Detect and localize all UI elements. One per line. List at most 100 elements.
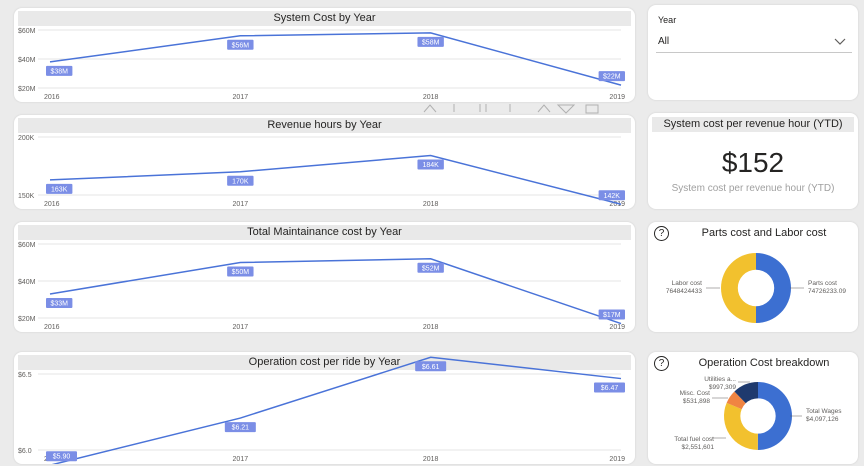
x-tick-label: 2017 (233, 324, 249, 331)
data-label: $6.47 (594, 382, 625, 393)
y-tick-label: $40M (18, 279, 36, 286)
revenue-hours-card: Revenue hours by Year 150K 200K 2016 2017 20… (14, 115, 635, 209)
svg-text:Total fuel cost: Total fuel cost (674, 436, 714, 443)
y-tick-label: $60M (18, 28, 36, 35)
filter-icon[interactable] (556, 104, 576, 114)
y-tick-label: $20M (18, 316, 36, 323)
y-tick-label: $40M (18, 57, 36, 64)
kpi-card: System cost per revenue hour (YTD) $152 … (648, 113, 858, 209)
svg-text:$56M: $56M (232, 42, 250, 49)
slice-label: Misc. Cost$531,898 (680, 390, 728, 405)
series-line (49, 154, 622, 206)
svg-text:$33M: $33M (50, 300, 68, 307)
data-label: $38M (46, 65, 73, 76)
parts-labor-donut[interactable]: Parts cost74726233.09 Labor cost764842443… (648, 222, 858, 332)
year-slicer: Year All (648, 5, 858, 100)
slice-label: Total fuel cost$2,551,601 (674, 436, 726, 451)
x-tick-label: 2018 (423, 201, 439, 208)
y-tick-label: $60M (18, 242, 36, 249)
svg-text:Labor cost: Labor cost (672, 280, 703, 287)
operation-cost-card: Operation cost per ride by Year $6.0 $6.5… (14, 352, 635, 464)
svg-text:$17M: $17M (603, 312, 621, 319)
svg-text:$6.21: $6.21 (232, 425, 250, 432)
expand-icon[interactable] (479, 104, 487, 112)
x-tick-label: 2016 (44, 201, 60, 208)
data-label: $6.21 (224, 422, 256, 433)
data-label: $33M (46, 297, 73, 308)
svg-text:Parts cost: Parts cost (808, 280, 837, 287)
data-label: $5.90 (46, 451, 77, 462)
maintenance-cost-card: Total Maintainance cost by Year $20M $40M… (14, 222, 635, 332)
drill-up-icon[interactable] (423, 104, 437, 113)
data-label: $50M (227, 266, 254, 277)
x-tick-label: 2019 (609, 324, 625, 331)
series-line (51, 356, 622, 464)
kpi-value: $152 (721, 147, 785, 178)
svg-text:Misc. Cost: Misc. Cost (680, 390, 711, 397)
kpi-title: System cost per revenue hour (YTD) (652, 117, 854, 132)
slice-label: Labor cost7648424433 (666, 280, 720, 295)
kpi-subtitle: System cost per revenue hour (YTD) (671, 183, 835, 194)
svg-text:$50M: $50M (232, 269, 250, 276)
svg-text:$6.47: $6.47 (601, 385, 619, 392)
svg-text:$58M: $58M (422, 39, 440, 46)
x-tick-label: 2019 (609, 456, 625, 463)
year-slicer-label: Year (658, 15, 677, 25)
data-label: $56M (227, 39, 254, 50)
series-line (49, 258, 622, 325)
data-label: 163K (46, 183, 73, 194)
donut-hole (740, 398, 776, 434)
x-tick-label: 2017 (233, 94, 249, 101)
revenue-hours-chart[interactable]: 150K200K2016 2017 2018 2019163K170K184K142K (14, 115, 635, 209)
svg-text:$4,097,126: $4,097,126 (806, 416, 839, 423)
x-tick-label: 2016 (44, 94, 60, 101)
data-label: $22M (598, 71, 625, 82)
x-tick-label: 2017 (233, 201, 249, 208)
y-tick-label: $6.5 (18, 372, 32, 379)
svg-text:142K: 142K (604, 193, 621, 200)
data-label: $6.61 (415, 361, 447, 372)
data-label: $17M (598, 309, 625, 320)
year-dropdown-value: All (658, 36, 670, 47)
operation-breakdown-card: ? Operation Cost breakdown Total Wages $4… (648, 352, 858, 464)
svg-text:7648424433: 7648424433 (666, 288, 703, 295)
svg-text:Utilities a...: Utilities a... (704, 376, 736, 383)
svg-text:$6.61: $6.61 (422, 364, 440, 371)
data-label: 184K (417, 159, 444, 170)
svg-text:163K: 163K (51, 186, 68, 193)
slice-label: Parts cost74726233.09 (790, 280, 846, 295)
svg-text:$531,898: $531,898 (683, 398, 710, 405)
svg-text:$22M: $22M (603, 74, 621, 81)
y-tick-label: 200K (18, 135, 35, 142)
system-cost-chart[interactable]: $20M$40M$60M2016 2017 2018 2019$38M$56M $58M… (14, 8, 635, 102)
y-tick-label: 150K (18, 193, 35, 200)
maintenance-cost-chart[interactable]: $20M $40M $60M 2016 2017 2018 2019 $33M $50M $52M… (14, 222, 635, 332)
x-tick-label: 2018 (423, 324, 439, 331)
data-label: 170K (227, 175, 254, 186)
svg-text:184K: 184K (422, 162, 439, 169)
y-tick-label: $6.0 (18, 448, 32, 455)
svg-text:$52M: $52M (422, 265, 440, 272)
x-tick-label: 2016 (44, 324, 60, 331)
slice-label: Total Wages$4,097,126 (790, 408, 842, 423)
year-dropdown[interactable]: All (656, 32, 852, 53)
donut-hole (737, 269, 775, 307)
svg-text:Total Wages: Total Wages (806, 408, 842, 415)
svg-text:$2,551,601: $2,551,601 (681, 444, 714, 451)
svg-text:170K: 170K (232, 178, 249, 185)
data-label: 142K (598, 190, 625, 201)
operation-cost-chart[interactable]: $6.0$6.52016201720182019$5.90$6.21$6.61$… (14, 352, 635, 464)
visual-toolbar (423, 104, 599, 114)
operation-breakdown-donut[interactable]: Total Wages$4,097,126 Total fuel cost$2,5… (648, 352, 858, 464)
system-cost-card: System Cost by Year $20M $40M $60M 2016 2017… (14, 8, 635, 102)
x-tick-label: 2017 (233, 456, 249, 463)
svg-text:$5.90: $5.90 (53, 454, 71, 461)
svg-text:$38M: $38M (50, 68, 68, 75)
pin-icon[interactable] (537, 104, 551, 113)
focus-mode-icon[interactable] (585, 104, 599, 114)
data-label: $52M (417, 262, 444, 273)
parts-labor-card: ? Parts cost and Labor cost Parts cost 74… (648, 222, 858, 332)
x-tick-label: 2018 (423, 456, 439, 463)
svg-text:74726233.09: 74726233.09 (808, 288, 846, 295)
data-label: $58M (417, 36, 444, 47)
